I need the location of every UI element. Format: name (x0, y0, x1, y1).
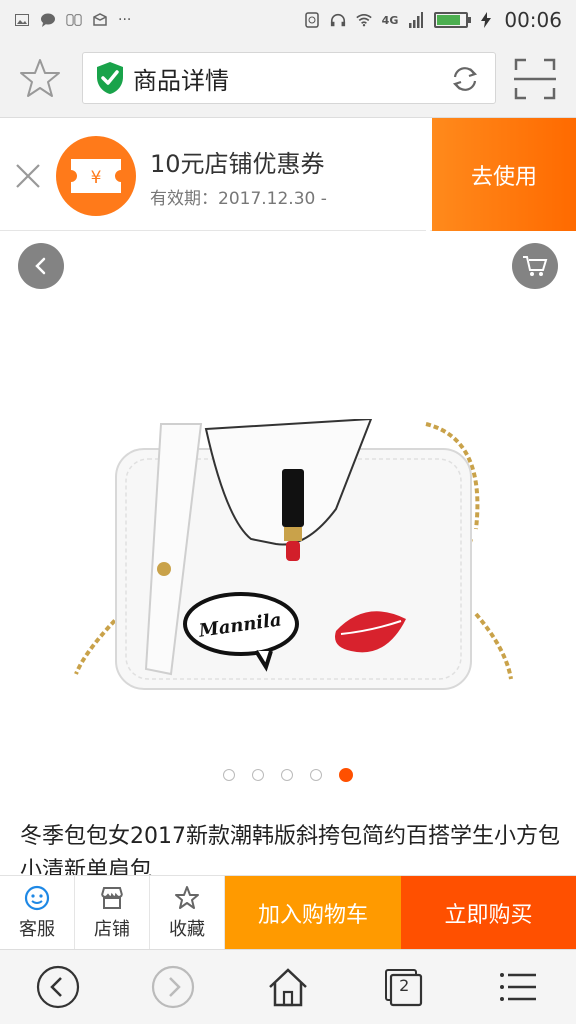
close-icon[interactable] (14, 162, 42, 190)
coupon-validity: 有效期：2017.12.30 - (150, 189, 327, 209)
status-bar: ··· 4G 00:06 (0, 0, 576, 40)
app-icon (66, 12, 82, 28)
customer-service-button[interactable]: 客服 (0, 876, 75, 949)
chevron-left-icon (35, 257, 46, 275)
favorite-label: 收藏 (169, 918, 205, 940)
add-to-cart-button[interactable]: 加入购物车 (225, 876, 401, 949)
coupon-yen-symbol: ¥ (91, 168, 102, 188)
signal-icon (408, 12, 424, 28)
headphones-icon (330, 12, 346, 28)
use-coupon-button[interactable]: 去使用 (426, 118, 576, 231)
browser-back-button[interactable] (28, 957, 88, 1017)
cart-button[interactable] (512, 243, 558, 289)
service-label: 客服 (19, 918, 55, 940)
charging-icon (478, 12, 494, 28)
home-button[interactable] (258, 957, 318, 1017)
package-icon (92, 12, 108, 28)
gallery-pagination (0, 768, 576, 782)
alarm-icon (304, 12, 320, 28)
tab-count: 2 (399, 976, 410, 995)
home-icon (269, 968, 307, 1007)
favorite-button[interactable]: 收藏 (150, 876, 225, 949)
gallery-dot-active[interactable] (339, 768, 353, 782)
menu-button[interactable] (488, 957, 548, 1017)
status-notifications: ··· (14, 12, 131, 28)
coupon-title: 10元店铺优惠券 (150, 150, 325, 178)
buy-now-button[interactable]: 立即购买 (401, 876, 576, 949)
gallery-dot[interactable] (223, 769, 235, 781)
product-image: Mannila (74, 419, 513, 690)
coupon-banner: ¥ 10元店铺优惠券 有效期：2017.12.30 - 去使用 (0, 118, 576, 231)
network-type: 4G (381, 13, 399, 27)
shop-button[interactable]: 店铺 (75, 876, 150, 949)
shop-icon (101, 886, 123, 909)
shop-label: 店铺 (94, 918, 130, 940)
gallery-dot[interactable] (281, 769, 293, 781)
page-title: 商品详情 (133, 66, 229, 95)
browser-bottom-nav: 2 (0, 949, 576, 1024)
menu-icon (500, 973, 537, 1001)
tabs-button[interactable]: 2 (373, 957, 433, 1017)
status-indicators: 4G 00:06 (304, 8, 562, 32)
clock: 00:06 (504, 8, 562, 32)
secure-shield-icon (97, 62, 123, 94)
gallery-icon (14, 12, 30, 28)
purchase-action-bar: 客服 店铺 收藏 加入购物车 立即购买 (0, 875, 576, 949)
scan-icon[interactable] (514, 58, 556, 100)
cart-icon (523, 256, 548, 276)
back-circle-icon (36, 965, 79, 1009)
browser-forward-button[interactable] (143, 957, 203, 1017)
coupon-ticket-icon: ¥ (56, 136, 136, 216)
service-icon (24, 885, 50, 910)
product-title: 冬季包包女2017新款潮韩版斜挎包简约百搭学生小方包小清新单肩包 (20, 824, 560, 876)
bookmark-star-icon[interactable] (18, 56, 62, 100)
back-button[interactable] (18, 243, 64, 289)
browser-toolbar: 商品详情 (0, 40, 576, 118)
battery-icon (434, 12, 472, 28)
wifi-icon (355, 12, 372, 28)
gallery-dot[interactable] (310, 769, 322, 781)
gallery-dot[interactable] (252, 769, 264, 781)
chat-icon (40, 12, 56, 28)
page: ··· 4G 00:06 商品详情 ¥ 10元店铺优惠券 有效期：2017.12… (0, 0, 576, 1024)
refresh-icon[interactable] (449, 63, 481, 95)
forward-circle-icon (151, 965, 194, 1009)
address-bar[interactable]: 商品详情 (82, 52, 496, 104)
product-gallery[interactable]: Mannila (0, 231, 576, 808)
more-notifications-icon: ··· (118, 12, 132, 28)
star-icon (175, 885, 199, 909)
